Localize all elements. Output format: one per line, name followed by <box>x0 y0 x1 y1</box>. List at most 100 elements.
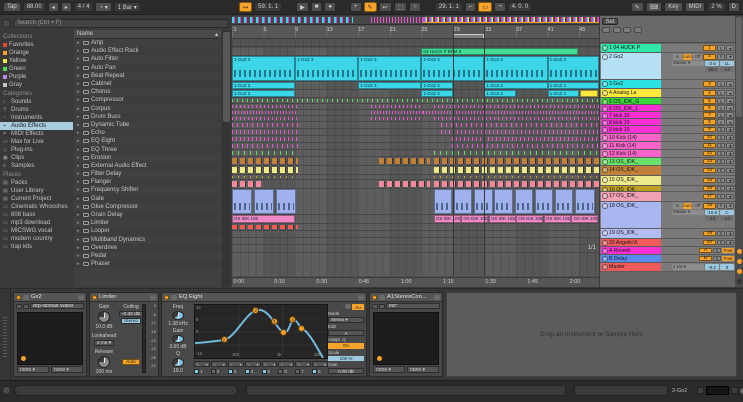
clip[interactable]: 1-Go2 3 <box>295 56 359 81</box>
track-name[interactable]: 8 kick 10 <box>601 119 661 125</box>
track-header-20[interactable]: 20 AngelicVi 20 S ◄ <box>600 239 735 247</box>
track-name[interactable]: 11 Kick (14) <box>601 142 661 149</box>
track-name[interactable]: 19 OS_IDK_ <box>601 229 661 238</box>
clip[interactable]: 1-Go2 3 <box>232 82 296 89</box>
category-item[interactable]: ♪ Sounds <box>0 98 73 106</box>
audition-toggle[interactable]: Au <box>352 304 364 310</box>
monitor-off-button[interactable]: Off <box>693 54 702 60</box>
device-list-item[interactable]: ▸ EQ Eight <box>74 137 221 145</box>
place-item[interactable]: ▤ Current Project <box>0 195 73 203</box>
pan-value[interactable]: 1L <box>720 60 734 66</box>
arrangement-position-field[interactable]: 59. 1. 1 <box>254 2 283 12</box>
clip[interactable]: 1-Go2 3 <box>547 56 599 81</box>
pattern-segment[interactable] <box>441 130 599 134</box>
track-arm-number[interactable]: 16 <box>703 186 716 191</box>
disclosure-icon[interactable]: ▸ <box>77 147 81 153</box>
device-list-item[interactable]: ▸ Filter Delay <box>74 170 221 178</box>
disclosure-icon[interactable]: ▸ <box>77 171 81 177</box>
gx2-map-select-2[interactable]: none ▾ <box>51 366 83 373</box>
return-a-dot[interactable] <box>736 249 742 254</box>
track-name[interactable]: Master <box>601 263 661 271</box>
collection-item[interactable]: Green <box>0 65 73 73</box>
gx2-title-bar[interactable]: Gx2 <box>14 293 86 302</box>
track-arm-number[interactable]: 5 <box>703 98 716 104</box>
hot-swap-icon[interactable] <box>434 294 440 300</box>
key-map-button[interactable]: Key <box>664 2 683 12</box>
solo-button[interactable]: S <box>717 193 725 200</box>
disclosure-icon[interactable]: ▸ <box>77 48 81 54</box>
browser-list-header[interactable]: Name ▴ <box>74 30 221 39</box>
solo-button[interactable]: S <box>717 150 725 157</box>
loop-button[interactable]: ▭ <box>478 2 493 12</box>
time-ruler[interactable]: 0:00 0:15 0:30 0:45 1:00 1:15 1:30 1:45 2:00 <box>232 277 599 287</box>
track-arm-number[interactable]: 8 <box>703 119 716 125</box>
master-dot[interactable] <box>736 279 742 284</box>
pattern-segment[interactable] <box>433 176 599 178</box>
speaker-icon[interactable]: ◄ <box>726 105 734 111</box>
tempo-field[interactable]: 88.00 <box>22 2 46 12</box>
track-header-master[interactable]: Master ii 1/2 ▾ -9.2 0 <box>600 263 735 272</box>
track-arm-number[interactable]: 20 <box>703 239 716 246</box>
track-name[interactable]: 1 04 HUCK P <box>601 44 661 52</box>
gain-knob[interactable] <box>172 334 184 344</box>
session-record-button[interactable]: ○ <box>409 2 421 12</box>
pattern-segment[interactable] <box>433 151 599 155</box>
post-toggle[interactable]: Post <box>722 255 734 262</box>
device-list-item[interactable]: ▸ Auto Filter <box>74 55 221 63</box>
clip[interactable]: 1-Go2 3 <box>421 90 453 97</box>
solo-button[interactable]: S <box>717 54 725 60</box>
disclosure-icon[interactable]: ▸ <box>77 237 81 243</box>
metronome-button[interactable]: ◔ ▾ <box>95 2 112 12</box>
device-list-item[interactable]: ▸ Grain Delay <box>74 210 221 220</box>
track-arm-number[interactable]: 3 <box>703 81 716 87</box>
clip[interactable] <box>579 90 599 97</box>
disclosure-icon[interactable]: ▸ <box>77 261 81 267</box>
release-knob[interactable] <box>98 356 110 368</box>
track-name[interactable]: 7 kick 10 <box>601 112 661 118</box>
disclosure-icon[interactable]: ▸ <box>77 130 81 136</box>
gain-knob[interactable] <box>98 311 110 323</box>
track-arm-number[interactable]: 2 <box>703 54 716 60</box>
release-value[interactable]: 300 ms <box>96 369 112 375</box>
track-name[interactable]: 17 OS_IDK_ <box>601 192 661 201</box>
pattern-segment[interactable] <box>433 181 599 187</box>
loop-start-field[interactable]: 29. 1. 1 <box>434 2 463 12</box>
track-name[interactable]: 14 OS_IDK_ <box>601 166 661 175</box>
loop-length-field[interactable]: 4. 0. 0 <box>507 2 533 12</box>
band-activator[interactable]: 7 <box>295 368 311 374</box>
track-header-2[interactable]: 2 Go2 In Auto Off 2 S ◄ Master ▾ -2.6 1L -58.0 -inf <box>600 53 735 80</box>
solo-button[interactable]: S <box>713 247 721 254</box>
speaker-icon[interactable]: ◄ <box>726 239 734 246</box>
clip[interactable]: OS IDK 105 <box>516 215 544 223</box>
monitor-auto-button[interactable]: Auto <box>682 54 692 60</box>
device-list-item[interactable]: ▸ Erosion <box>74 154 221 162</box>
device-list-item[interactable]: ▸ External Audio Effect <box>74 161 221 170</box>
speaker-icon[interactable]: ◄ <box>726 193 734 200</box>
device-list-item[interactable]: ▸ Limiter <box>74 219 221 227</box>
pattern-segment[interactable] <box>441 123 599 127</box>
band-activator[interactable]: 2 <box>210 368 227 374</box>
quantize-menu[interactable]: 1 Bar ▾ <box>113 2 141 12</box>
device-list-item[interactable]: ▸ Audio Effect Rack <box>74 47 221 56</box>
freq-knob[interactable] <box>172 311 184 320</box>
clip[interactable] <box>474 189 493 214</box>
a1-title-bar[interactable]: A1StereoCon... <box>370 293 442 302</box>
collection-item[interactable]: Gray <box>0 81 73 89</box>
device-list-item[interactable]: ▸ Amp <box>74 39 221 47</box>
search-input[interactable]: Search (Ctrl + F) <box>13 18 229 28</box>
gx2-map-select-1[interactable]: none ▾ <box>17 366 49 373</box>
lookahead-select[interactable]: 3 ms ▾ <box>93 340 115 346</box>
pattern-segment[interactable] <box>232 176 299 178</box>
browser-back-icon[interactable] <box>2 18 11 28</box>
monitor-off-button[interactable]: Off <box>693 203 702 209</box>
stereo-mode-toggle[interactable]: Stereo <box>120 318 142 324</box>
band-checkbox[interactable] <box>278 368 284 374</box>
arrangement-scrollbar[interactable] <box>735 16 743 287</box>
pattern-segment[interactable] <box>433 167 599 173</box>
browser-scrollbar[interactable] <box>222 30 231 287</box>
device-list-item[interactable]: ▸ Corpus <box>74 105 221 113</box>
device-list-item[interactable]: ▸ Echo <box>74 129 221 138</box>
pattern-segment[interactable] <box>371 105 423 108</box>
collection-item[interactable]: Purple <box>0 73 73 81</box>
fold-icon[interactable] <box>379 294 385 300</box>
